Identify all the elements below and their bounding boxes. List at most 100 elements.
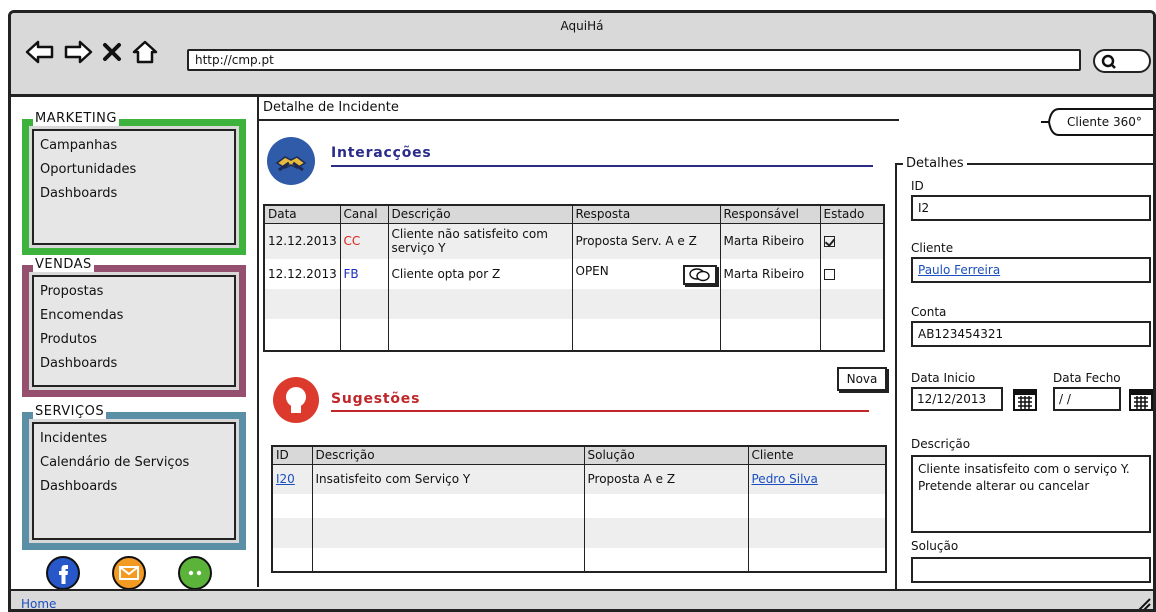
column-header[interactable]: Responsável (720, 205, 821, 224)
interactions-divider (331, 165, 873, 167)
cell-responsavel: Marta Ribeiro (720, 223, 821, 259)
cell-canal: FB (340, 259, 389, 289)
close-icon[interactable] (101, 41, 123, 63)
marketing-group: Campanhas Oportunidades Dashboards (22, 119, 246, 255)
cell-descricao: Cliente opta por Z (388, 259, 573, 289)
menu-item-oportunidades[interactable]: Oportunidades (40, 158, 228, 182)
table-row[interactable]: I20 Insatisfeito com Serviço Y Proposta … (272, 464, 887, 494)
sidebar: MARKETING Campanhas Oportunidades Dashbo… (11, 97, 259, 590)
column-header[interactable]: Descrição (312, 446, 585, 465)
home-link[interactable]: Home (21, 597, 56, 609)
menu-item-produtos[interactable]: Produtos (40, 328, 228, 352)
table-row[interactable]: 12.12.2013 CC Cliente não satisfeito com… (264, 223, 885, 259)
suggestion-id-link[interactable]: I20 (276, 472, 295, 486)
column-header[interactable]: Solução (584, 446, 749, 465)
chat-icon[interactable] (177, 555, 213, 591)
menu-item-incidentes[interactable]: Incidentes (40, 427, 228, 451)
column-header[interactable]: Data (264, 205, 341, 224)
calendar-icon[interactable] (1013, 387, 1037, 414)
estado-checkbox[interactable] (823, 236, 835, 248)
cliente-label: Cliente (911, 241, 954, 255)
email-icon[interactable] (111, 555, 147, 591)
page-title-divider (259, 119, 899, 121)
cell-data: 12.12.2013 (264, 223, 341, 259)
table-row-empty (272, 494, 887, 518)
menu-item-encomendas[interactable]: Encomendas (40, 304, 228, 328)
tab-cliente-360[interactable]: Cliente 360° (1041, 107, 1153, 137)
window-title: AquiHá (560, 19, 604, 33)
page-title: Detalhe de Incidente (263, 100, 399, 115)
suggestions-table: ID Descrição Solução Cliente I20 Insatis… (271, 445, 887, 573)
column-header[interactable]: Resposta (572, 205, 721, 224)
group-title-vendas: VENDAS (33, 257, 94, 272)
cell-id: I20 (272, 464, 313, 494)
status-bar: Home (11, 589, 1153, 609)
menu-item-calendario-servicos[interactable]: Calendário de Serviços (40, 451, 228, 475)
cliente-field[interactable]: Paulo Ferreira (911, 257, 1151, 283)
lightbulb-icon (273, 377, 319, 423)
calendar-icon[interactable] (1129, 387, 1153, 414)
forward-arrow-icon[interactable] (63, 39, 93, 65)
column-header[interactable]: ID (272, 446, 313, 465)
conta-label: Conta (911, 305, 947, 319)
nav-controls (25, 39, 159, 65)
comment-icon[interactable] (682, 264, 717, 285)
suggestions-title: Sugestões (331, 391, 421, 407)
group-title-servicos: SERVIÇOS (33, 404, 107, 419)
menu-item-propostas[interactable]: Propostas (40, 280, 228, 304)
cliente-link[interactable]: Paulo Ferreira (918, 263, 1000, 277)
table-row-empty (272, 548, 887, 572)
column-header[interactable]: Estado (820, 205, 885, 224)
cell-data: 12.12.2013 (264, 259, 341, 289)
group-title-marketing: MARKETING (33, 111, 119, 126)
cell-resposta: Proposta Serv. A e Z (572, 223, 721, 259)
main-content: Detalhe de Incidente Cliente 360° Intera… (259, 97, 1153, 603)
social-links (11, 555, 259, 591)
cell-canal: CC (340, 223, 389, 259)
cell-responsavel: Marta Ribeiro (720, 259, 821, 289)
back-arrow-icon[interactable] (25, 39, 55, 65)
client-link[interactable]: Pedro Silva (752, 472, 818, 486)
cell-descricao: Insatisfeito com Serviço Y (312, 464, 585, 494)
suggestions-divider (331, 410, 869, 412)
details-panel: Detalhes ID I2 Cliente Paulo Ferreira Co… (895, 156, 1153, 603)
estado-checkbox[interactable] (823, 269, 835, 280)
url-input[interactable]: http://cmp.pt (187, 49, 1081, 71)
cell-estado (820, 259, 885, 289)
data-inicio-field[interactable]: 12/12/2013 (911, 387, 1003, 411)
data-fecho-label: Data Fecho (1053, 371, 1121, 385)
new-interaction-button[interactable]: Nova (837, 367, 887, 391)
cell-solucao: Proposta A e Z (584, 464, 749, 494)
facebook-icon[interactable] (45, 555, 81, 591)
cell-descricao: Cliente não satisfeito com serviço Y (388, 223, 573, 259)
handshake-icon (267, 137, 315, 185)
menu-item-servicos-dashboards[interactable]: Dashboards (40, 475, 228, 499)
menu-item-vendas-dashboards[interactable]: Dashboards (40, 352, 228, 376)
resize-grip-icon[interactable] (1137, 597, 1151, 609)
column-header[interactable]: Descrição (388, 205, 573, 224)
table-row[interactable]: 12.12.2013 FB Cliente opta por Z OPEN Ma… (264, 259, 885, 289)
column-header[interactable]: Cliente (748, 446, 887, 465)
cell-resposta: OPEN (572, 259, 721, 289)
interactions-table: Data Canal Descrição Resposta Responsáve… (263, 204, 885, 352)
details-legend: Detalhes (903, 156, 967, 171)
menu-item-marketing-dashboards[interactable]: Dashboards (40, 182, 228, 206)
vendas-group: Propostas Encomendas Produtos Dashboards (22, 265, 246, 397)
descricao-label: Descrição (911, 437, 971, 451)
table-row-empty (264, 319, 885, 351)
menu-item-campanhas[interactable]: Campanhas (40, 134, 228, 158)
data-fecho-field[interactable]: / / (1053, 387, 1121, 411)
id-label: ID (911, 179, 924, 193)
title-bar: AquiHá http://cmp.pt (11, 13, 1153, 97)
table-row-empty (272, 518, 887, 548)
solucao-field[interactable] (911, 557, 1151, 583)
resposta-text: OPEN (575, 263, 609, 278)
conta-field[interactable]: AB123454321 (911, 321, 1151, 347)
id-field[interactable]: I2 (911, 195, 1151, 221)
descricao-textarea[interactable]: Cliente insatisfeito com o serviço Y. Pr… (911, 455, 1151, 533)
browser-window: AquiHá http://cmp.pt MARKETING Campanhas… (8, 10, 1156, 612)
search-button[interactable] (1093, 49, 1151, 73)
solucao-label: Solução (911, 539, 959, 553)
column-header[interactable]: Canal (340, 205, 389, 224)
home-icon[interactable] (131, 39, 159, 65)
